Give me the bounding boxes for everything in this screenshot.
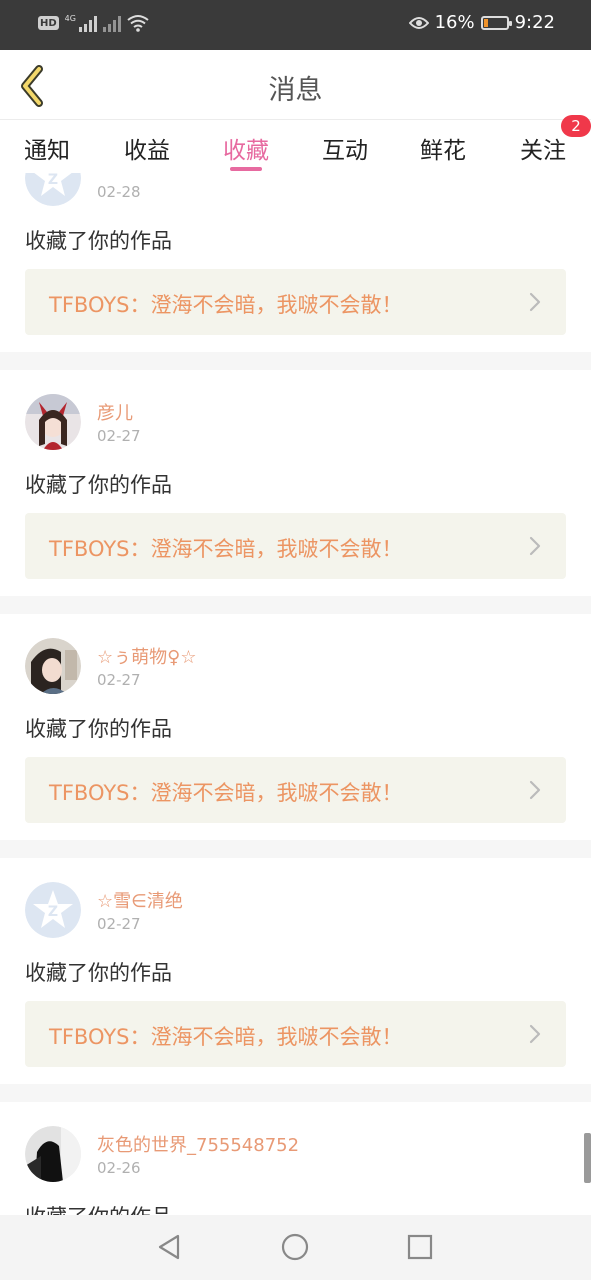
- message-list[interactable]: Z 02-28 收藏了你的作品 TFBOYS：澄海不会暗，我啵不会散！ 彦儿 0…: [0, 173, 591, 1215]
- tab-bar: 通知 收益 收藏 互动 鲜花 关注 2: [0, 115, 591, 173]
- battery-icon: [480, 15, 512, 30]
- svg-text:Z: Z: [48, 904, 58, 920]
- message-date: 02-27: [97, 427, 141, 445]
- chevron-right-icon: [529, 292, 541, 312]
- list-item: ☆ぅ萌物♀☆ 02-27 收藏了你的作品 TFBOYS：澄海不会暗，我啵不会散！: [0, 614, 591, 840]
- triangle-back-icon: [158, 1234, 180, 1260]
- system-nav-bar: [0, 1215, 591, 1280]
- signal-icon: 4G: [65, 14, 97, 32]
- message-date: 02-27: [97, 915, 141, 933]
- status-bar: HD 4G 16% 9:22: [0, 0, 591, 50]
- user-avatar[interactable]: [25, 394, 81, 450]
- default-avatar-icon[interactable]: Z: [25, 882, 81, 938]
- system-recents-button[interactable]: [405, 1231, 435, 1263]
- battery-level: [483, 18, 488, 27]
- work-link[interactable]: TFBOYS：澄海不会暗，我啵不会散！: [25, 513, 566, 579]
- message-date: 02-26: [97, 1159, 141, 1177]
- tab-notifications[interactable]: 通知: [2, 131, 92, 165]
- list-item: Z 02-28 收藏了你的作品 TFBOYS：澄海不会暗，我啵不会散！: [0, 173, 591, 352]
- list-item: 彦儿 02-27 收藏了你的作品 TFBOYS：澄海不会暗，我啵不会散！: [0, 370, 591, 596]
- work-title: TFBOYS：澄海不会暗，我啵不会散！: [49, 293, 403, 317]
- action-text: 收藏了你的作品: [25, 961, 172, 985]
- username[interactable]: 灰色的世界_755548752: [97, 1131, 299, 1157]
- message-date: 02-28: [97, 183, 141, 201]
- active-tab-indicator: [230, 167, 262, 171]
- system-home-button[interactable]: [280, 1231, 310, 1263]
- work-link[interactable]: TFBOYS：澄海不会暗，我啵不会散！: [25, 1001, 566, 1067]
- square-recents-icon: [407, 1234, 433, 1260]
- user-avatar[interactable]: [25, 1126, 81, 1182]
- tab-flowers[interactable]: 鲜花: [398, 131, 488, 165]
- work-link[interactable]: TFBOYS：澄海不会暗，我啵不会散！: [25, 269, 566, 335]
- action-text: 收藏了你的作品: [25, 1201, 172, 1215]
- work-title: TFBOYS：澄海不会暗，我啵不会散！: [49, 781, 403, 805]
- message-date: 02-27: [97, 671, 141, 689]
- user-avatar[interactable]: [25, 638, 81, 694]
- chevron-right-icon: [529, 780, 541, 800]
- nav-bar: 消息: [0, 50, 591, 120]
- page-title: 消息: [268, 75, 323, 106]
- tab-earnings[interactable]: 收益: [102, 131, 192, 165]
- list-item: Z ☆雪∈清绝 02-27 收藏了你的作品 TFBOYS：澄海不会暗，我啵不会散…: [0, 858, 591, 1084]
- eye-icon: [408, 16, 429, 29]
- action-text: 收藏了你的作品: [25, 473, 172, 497]
- wifi-icon: [127, 15, 149, 32]
- signal-icon-2: [102, 14, 121, 32]
- list-item: 灰色的世界_755548752 02-26 收藏了你的作品: [0, 1102, 591, 1215]
- action-text: 收藏了你的作品: [25, 717, 172, 741]
- tab-favorites[interactable]: 收藏: [201, 131, 291, 165]
- tab-interactions[interactable]: 互动: [300, 131, 390, 165]
- username[interactable]: ☆雪∈清绝: [97, 887, 183, 913]
- status-right: 16% 9:22: [408, 12, 555, 33]
- work-link[interactable]: TFBOYS：澄海不会暗，我啵不会散！: [25, 757, 566, 823]
- default-avatar-icon[interactable]: Z: [25, 173, 81, 206]
- network-type: 4G: [64, 14, 76, 23]
- status-indicators: HD 4G: [38, 14, 149, 32]
- hd-badge: HD: [38, 16, 59, 30]
- work-title: TFBOYS：澄海不会暗，我啵不会散！: [49, 1025, 403, 1049]
- scrollbar-thumb[interactable]: [584, 1133, 591, 1183]
- action-text: 收藏了你的作品: [25, 229, 172, 253]
- follows-badge: 2: [561, 115, 591, 137]
- battery-percent: 16%: [434, 12, 475, 33]
- system-back-button[interactable]: [154, 1231, 184, 1263]
- chevron-right-icon: [529, 1024, 541, 1044]
- username[interactable]: ☆ぅ萌物♀☆: [97, 643, 196, 669]
- clock: 9:22: [514, 12, 555, 33]
- chevron-right-icon: [529, 536, 541, 556]
- circle-home-icon: [281, 1233, 309, 1261]
- username[interactable]: 彦儿: [97, 399, 133, 425]
- work-title: TFBOYS：澄海不会暗，我啵不会散！: [49, 537, 403, 561]
- svg-text:Z: Z: [48, 173, 58, 188]
